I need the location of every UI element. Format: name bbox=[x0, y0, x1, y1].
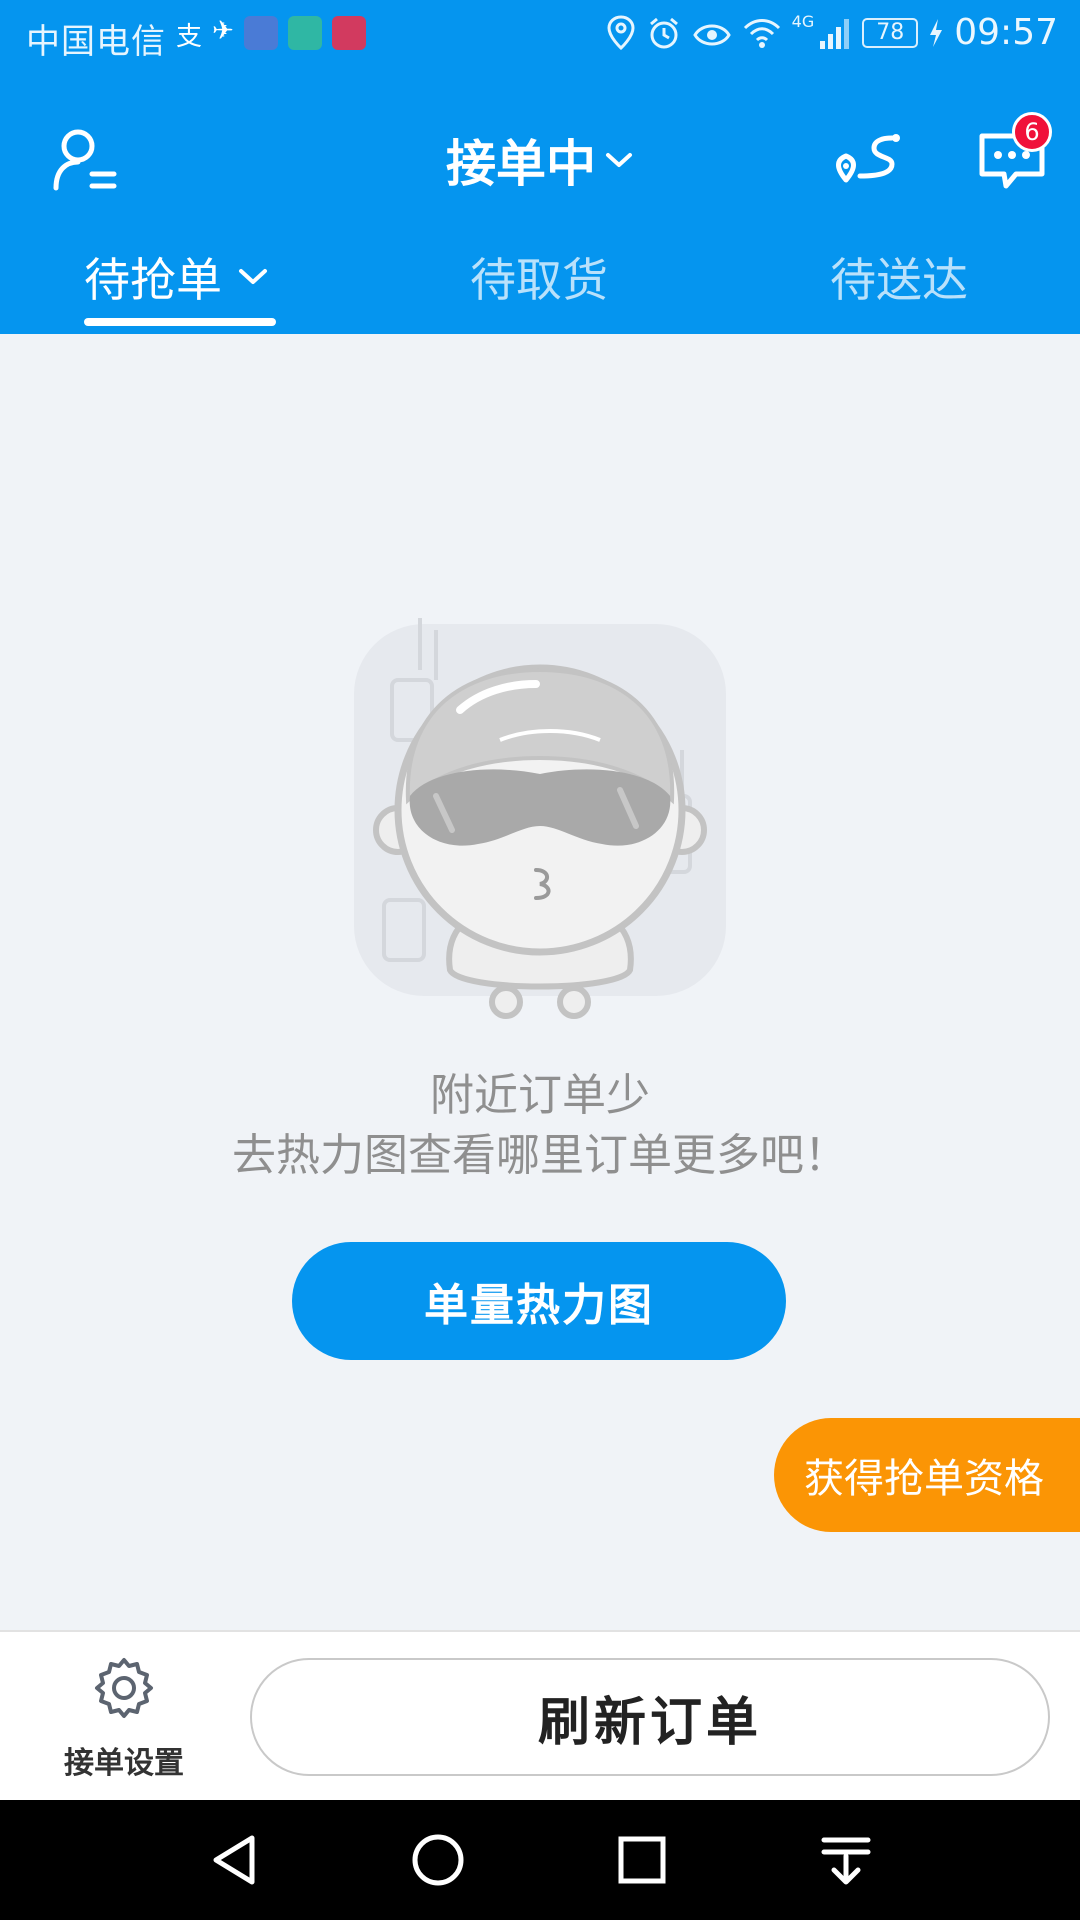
order-settings-button[interactable]: 接单设置 bbox=[40, 1656, 208, 1786]
wifi-icon bbox=[743, 18, 780, 48]
refresh-orders-button[interactable]: 刷新订单 bbox=[250, 1658, 1050, 1776]
home-icon[interactable] bbox=[408, 1830, 468, 1890]
profile-menu-icon[interactable] bbox=[50, 124, 120, 194]
status-icons: 4G 78 09:57 bbox=[606, 12, 1058, 53]
order-tabs: 待抢单 待取货 待送达 bbox=[0, 232, 1080, 332]
work-status-selector[interactable]: 接单中 bbox=[446, 124, 634, 196]
location-icon bbox=[607, 14, 635, 50]
top-nav: 接单中 bbox=[0, 110, 1080, 210]
tab-label: 待送达 bbox=[830, 253, 968, 307]
order-settings-label: 接单设置 bbox=[64, 1746, 184, 1781]
network-type: 4G bbox=[791, 12, 815, 31]
tab-pending-pickup[interactable]: 待取货 bbox=[470, 232, 608, 322]
route-icon[interactable] bbox=[830, 124, 904, 198]
carrier-name: 中国电信 bbox=[26, 22, 166, 62]
bank-app-icon bbox=[331, 16, 366, 50]
tab-label: 待取货 bbox=[470, 253, 608, 307]
map-app-icon bbox=[287, 16, 322, 50]
order-heatmap-button[interactable]: 单量热力图 bbox=[292, 1242, 786, 1360]
charging-icon bbox=[930, 18, 943, 47]
title-container: 接单中 bbox=[0, 110, 1080, 210]
payment-app-icon: 支 bbox=[176, 22, 203, 52]
active-tab-indicator bbox=[84, 318, 276, 326]
empty-state-hint: 去热力图查看哪里订单更多吧！ bbox=[232, 1130, 848, 1181]
bird-app-icon: ✈ bbox=[212, 16, 234, 46]
get-grab-qualification-button[interactable]: 获得抢单资格 bbox=[774, 1418, 1080, 1532]
tab-pending-grab[interactable]: 待抢单 bbox=[84, 232, 270, 322]
clock: 09:57 bbox=[954, 12, 1058, 53]
message-count-badge: 6 bbox=[1012, 112, 1052, 152]
tab-label: 待抢单 bbox=[84, 253, 222, 307]
chevron-down-icon bbox=[239, 269, 267, 284]
eye-icon bbox=[692, 24, 731, 45]
notification-pulldown-icon[interactable] bbox=[816, 1830, 876, 1890]
back-icon[interactable] bbox=[204, 1830, 264, 1890]
empty-state-mascot-illustration bbox=[354, 618, 726, 1019]
empty-state-message: 附近订单少 去热力图查看哪里订单更多吧！ bbox=[0, 1066, 1080, 1186]
status-bar: 中国电信 支 ✈ 4G 78 09:57 bbox=[0, 0, 1080, 74]
app-header: 中国电信 支 ✈ 4G 78 09:57 接单中 6 待抢单 待取货 待送达 bbox=[0, 0, 1080, 334]
tab-pending-delivery[interactable]: 待送达 bbox=[830, 232, 968, 322]
battery-indicator: 78 bbox=[862, 17, 919, 48]
work-status-title: 接单中 bbox=[446, 135, 596, 193]
recent-apps-icon[interactable] bbox=[612, 1830, 672, 1890]
gear-icon bbox=[95, 1658, 153, 1718]
signal-icon bbox=[820, 18, 850, 49]
chevron-down-icon bbox=[606, 153, 632, 167]
notification-icons: 支 ✈ bbox=[176, 16, 366, 52]
bottom-action-bar: 接单设置 刷新订单 bbox=[0, 1630, 1080, 1800]
empty-state-title: 附近订单少 bbox=[430, 1070, 650, 1121]
system-navigation-bar bbox=[0, 1800, 1080, 1920]
blue-app-icon bbox=[243, 16, 278, 50]
alarm-icon bbox=[649, 17, 678, 48]
